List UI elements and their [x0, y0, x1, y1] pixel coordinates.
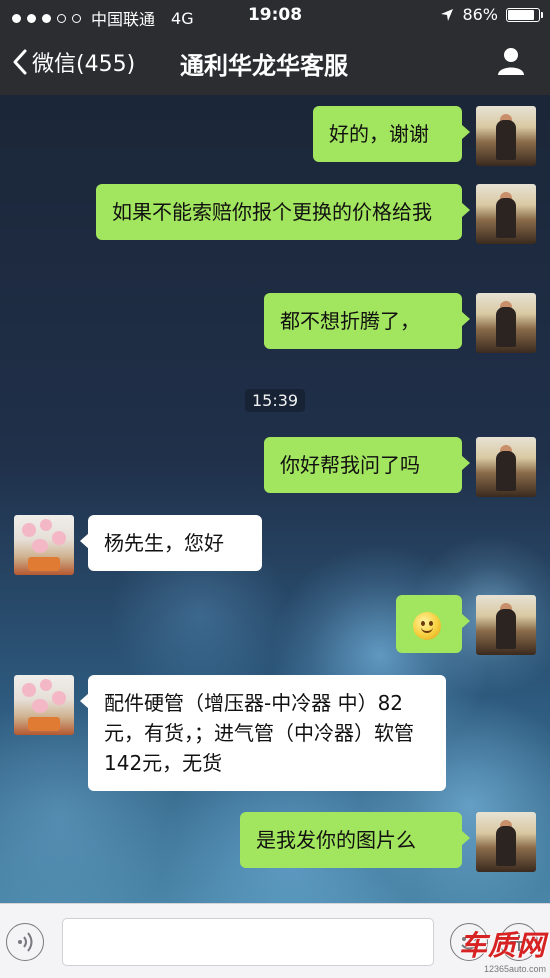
message-bubble-sent[interactable]: 好的，谢谢 — [313, 106, 470, 162]
chat-timestamp: 15:39 — [245, 389, 306, 412]
top-bar: 中国联通 4G 19:08 86% 微信(455) 通利华龙华客服 — [0, 0, 550, 95]
watermark-url: 12365auto.com — [483, 964, 546, 974]
my-avatar[interactable] — [476, 293, 536, 353]
voice-waves-icon — [18, 932, 33, 952]
watermark-brand: 车质网 — [458, 930, 546, 961]
status-bar: 中国联通 4G 19:08 86% — [0, 0, 550, 32]
my-avatar[interactable] — [476, 437, 536, 497]
voice-input-button[interactable] — [6, 923, 44, 961]
contact-avatar[interactable] — [14, 515, 74, 575]
message-bubble-received[interactable]: 杨先生，您好 — [80, 515, 262, 571]
input-bar: 车质网 12365auto.com — [0, 903, 550, 978]
message-bubble-received[interactable]: 配件硬管（增压器-中冷器 中）82元，有货，；进气管（中冷器）软管 142元，无… — [80, 675, 446, 791]
my-avatar[interactable] — [476, 812, 536, 872]
back-label: 微信(455) — [32, 52, 136, 77]
message-input[interactable] — [62, 918, 434, 966]
message-bubble-sent[interactable]: 你好帮我问了吗 — [264, 437, 470, 493]
status-right: 86% — [440, 5, 543, 24]
my-avatar[interactable] — [476, 595, 536, 655]
battery-percent: 86% — [462, 5, 498, 24]
my-avatar[interactable] — [476, 184, 536, 244]
chat-area[interactable]: 好的，谢谢 如果不能索赔你报个更换的价格给我 都不想折腾了， 15:39 你好帮… — [0, 95, 550, 903]
watermark: 车质网 12365auto.com — [459, 924, 546, 974]
message-bubble-sent[interactable]: 如果不能索赔你报个更换的价格给我 — [96, 184, 470, 240]
message-bubble-sent[interactable] — [396, 595, 470, 653]
back-button[interactable]: 微信(455) — [12, 46, 135, 78]
battery-icon — [506, 7, 543, 22]
location-arrow-icon — [441, 8, 454, 21]
chat-title: 通利华龙华客服 — [180, 52, 348, 80]
nav-bar: 微信(455) 通利华龙华客服 — [0, 32, 550, 95]
my-avatar[interactable] — [476, 106, 536, 166]
message-bubble-sent[interactable]: 都不想折腾了， — [264, 293, 470, 349]
contact-avatar[interactable] — [14, 675, 74, 735]
message-bubble-sent[interactable]: 是我发你的图片么 — [240, 812, 470, 868]
chevron-left-icon — [13, 49, 27, 75]
chat-info-button[interactable] — [496, 46, 526, 76]
smile-emoji-icon — [413, 611, 441, 640]
person-icon — [498, 48, 524, 75]
